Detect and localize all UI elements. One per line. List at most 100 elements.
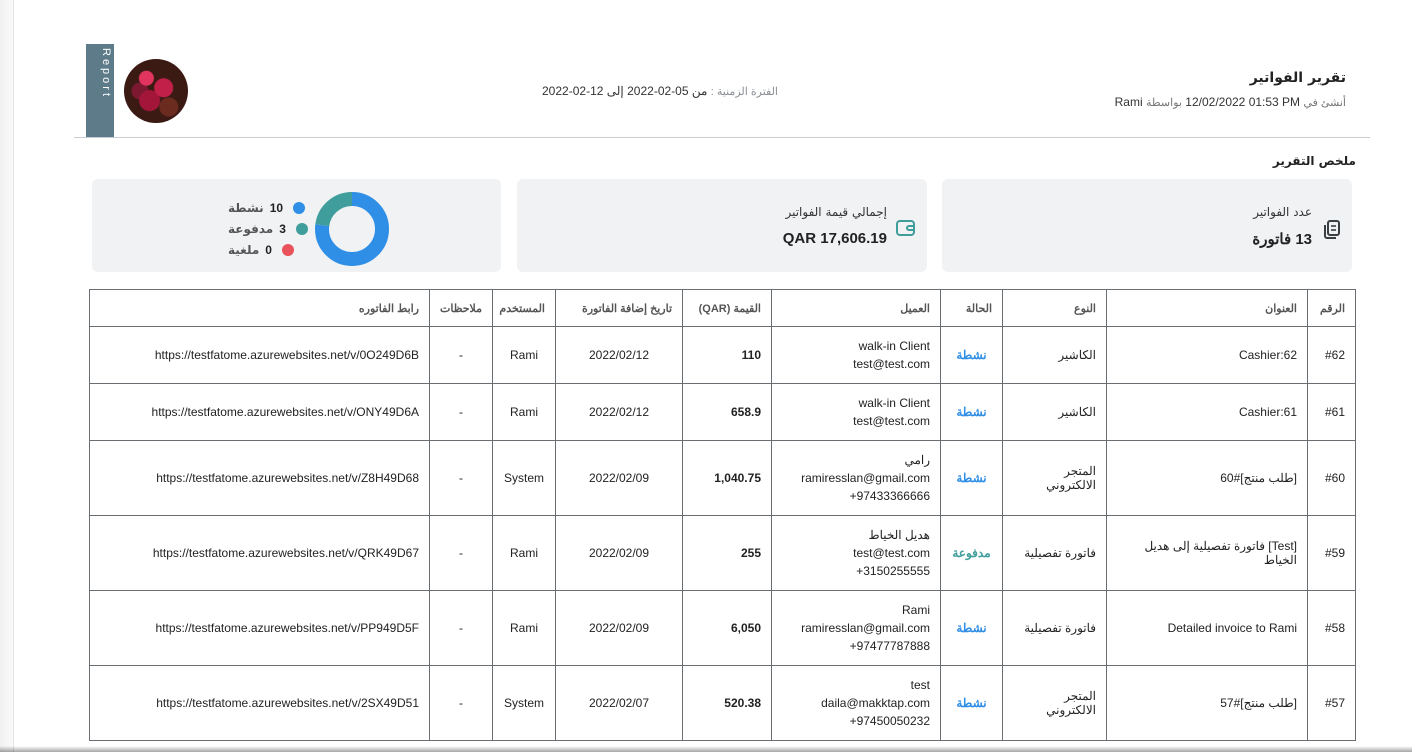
legend-item-paid: 3 مدفوعة — [228, 218, 308, 239]
cell-link[interactable]: https://testfatome.azurewebsites.net/v/P… — [89, 590, 430, 666]
summary-title: ملخص التقرير — [1272, 154, 1356, 168]
cell-date: 2022/02/09 — [555, 440, 683, 516]
cell-date: 2022/02/07 — [555, 665, 683, 741]
cell-link[interactable]: https://testfatome.azurewebsites.net/v/2… — [89, 665, 430, 741]
cell-notes: - — [429, 515, 493, 591]
cell-number: #57 — [1307, 665, 1356, 741]
invoices-table: الرقم العنوان النوع الحالة العميل القيمة… — [89, 289, 1356, 741]
report-created-info: أنشئ في 12/02/2022 01:53 PM بواسطة Rami — [1115, 95, 1346, 109]
report-title: تقرير الفواتير — [1249, 70, 1346, 86]
client-line: test@test.com — [853, 357, 930, 371]
cell-user: System — [492, 665, 556, 741]
cell-notes: - — [429, 440, 493, 516]
cell-link[interactable]: https://testfatome.azurewebsites.net/v/O… — [89, 383, 430, 441]
client-line: ramiresslan@gmail.com — [801, 471, 930, 485]
col-header-link: رابط الفاتوره — [89, 289, 430, 327]
period-to: 12-02-2022 — [542, 84, 604, 98]
cell-link[interactable]: https://testfatome.azurewebsites.net/v/Z… — [89, 440, 430, 516]
cell-number: #58 — [1307, 590, 1356, 666]
client-line: daila@makktap.com — [821, 696, 930, 710]
legend-count-paid: 3 — [279, 221, 286, 236]
company-logo — [124, 59, 188, 123]
col-header-title: العنوان — [1106, 289, 1308, 327]
table-row: #59 [Test] فاتورة تفصيلية إلى هديل الخياط… — [89, 515, 1356, 591]
legend-label-paid: مدفوعة — [228, 221, 274, 236]
client-line: test@test.com — [853, 546, 930, 560]
col-header-notes: ملاحظات — [429, 289, 493, 327]
invoice-total-label: إجمالي قيمة الفواتير — [785, 205, 887, 219]
cell-title: Cashier:62 — [1106, 326, 1308, 384]
col-header-type: النوع — [1002, 289, 1107, 327]
invoice-count-label: عدد الفواتير — [1253, 205, 1312, 219]
client-line: 97450050232+ — [849, 714, 930, 728]
cell-number: #61 — [1307, 383, 1356, 441]
invoice-count-value: 13 فاتورة — [1252, 231, 1312, 248]
client-line: 3150255555+ — [856, 564, 930, 578]
cell-user: System — [492, 440, 556, 516]
cell-type: فاتورة تفصيلية — [1002, 590, 1107, 666]
cell-amount: 1,040.75 — [682, 440, 772, 516]
client-line: 97433366666+ — [849, 489, 930, 503]
client-line: ramiresslan@gmail.com — [801, 621, 930, 635]
status-donut-chart — [315, 192, 389, 266]
cell-title: Cashier:61 — [1106, 383, 1308, 441]
period-label: الفترة الزمنية : — [710, 86, 778, 98]
cell-status: نشطة — [940, 590, 1003, 666]
cell-link[interactable]: https://testfatome.azurewebsites.net/v/0… — [89, 326, 430, 384]
invoice-total-value: 17,606.19 QAR — [782, 230, 887, 247]
client-line: walk-in Client — [858, 396, 930, 410]
cell-number: #62 — [1307, 326, 1356, 384]
cell-notes: - — [429, 590, 493, 666]
cell-type: المتجر الالكتروني — [1002, 665, 1107, 741]
col-header-date: تاريخ إضافة الفاتورة — [555, 289, 683, 327]
col-header-number: الرقم — [1307, 289, 1356, 327]
legend-count-cancelled: 0 — [265, 242, 272, 257]
col-header-amount: القيمة (QAR) — [682, 289, 772, 327]
cell-user: Rami — [492, 590, 556, 666]
legend-dot-cancelled — [281, 243, 294, 256]
cell-client: test daila@makktap.com 97450050232+ — [771, 665, 941, 741]
legend-item-active: 10 نشطة — [228, 197, 308, 218]
table-row: #62 Cashier:62 الكاشير نشطة walk-in Client te… — [89, 326, 1356, 384]
created-by: Rami — [1114, 95, 1143, 109]
report-side-tab: Report — [86, 44, 114, 138]
period-to-label: إلى — [606, 84, 624, 98]
col-header-status: الحالة — [940, 289, 1003, 327]
legend-label-active: نشطة — [228, 200, 264, 215]
page-margin — [0, 0, 14, 752]
cell-date: 2022/02/12 — [555, 326, 683, 384]
table-row: #57 [طلب منتج]#57 المتجر الالكتروني نشطة tes… — [89, 665, 1356, 741]
period-from-label: من — [691, 84, 708, 98]
cell-title: Detailed invoice to Rami — [1106, 590, 1308, 666]
cell-type: الكاشير — [1002, 383, 1107, 441]
cell-link[interactable]: https://testfatome.azurewebsites.net/v/Q… — [89, 515, 430, 591]
cell-status: نشطة — [940, 383, 1003, 441]
status-legend: 10 نشطة 3 مدفوعة 0 ملغية — [228, 197, 308, 260]
cell-notes: - — [429, 326, 493, 384]
legend-dot-paid — [295, 222, 308, 235]
cell-notes: - — [429, 665, 493, 741]
cell-type: المتجر الالكتروني — [1002, 440, 1107, 516]
cell-date: 2022/02/12 — [555, 383, 683, 441]
period-from: 05-02-2022 — [627, 84, 689, 98]
cell-amount: 658.9 — [682, 383, 772, 441]
cell-user: Rami — [492, 515, 556, 591]
client-line: Rami — [901, 603, 930, 617]
cell-notes: - — [429, 383, 493, 441]
cell-type: فاتورة تفصيلية — [1002, 515, 1107, 591]
cell-client: walk-in Client test@test.com — [771, 383, 941, 441]
invoice-status-card: 10 نشطة 3 مدفوعة 0 ملغية — [92, 179, 501, 272]
col-header-user: المستخدم — [492, 289, 556, 327]
cell-client: هديل الخياط test@test.com 3150255555+ — [771, 515, 941, 591]
cell-user: Rami — [492, 326, 556, 384]
cell-status: نشطة — [940, 326, 1003, 384]
cell-number: #60 — [1307, 440, 1356, 516]
legend-label-cancelled: ملغية — [228, 242, 260, 257]
documents-icon — [1322, 219, 1342, 245]
header-divider — [74, 137, 1370, 138]
cell-amount: 520.38 — [682, 665, 772, 741]
client-line: هديل الخياط — [868, 528, 931, 542]
report-period: الفترة الزمنية : من 05-02-2022 إلى 12-02… — [470, 84, 850, 98]
table-row: #60 [طلب منتج]#60 المتجر الالكتروني نشطة رام… — [89, 440, 1356, 516]
cell-client: Rami ramiresslan@gmail.com 97477787888+ — [771, 590, 941, 666]
